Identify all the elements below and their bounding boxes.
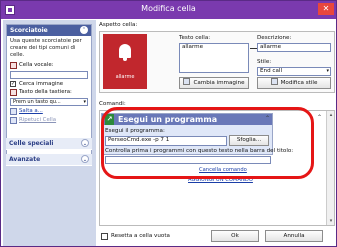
window-title: Modifica cella <box>141 4 196 13</box>
search-image-checkbox[interactable]: ✓ Cerca immagine <box>7 80 91 88</box>
special-cells-section[interactable]: Celle speciali ⌄ <box>6 138 92 150</box>
appearance-label: Aspetto cella: <box>99 22 138 28</box>
jump-label: Salta a... <box>19 108 43 114</box>
change-image-label: Cambia immagine <box>193 80 245 86</box>
cell-text-label: Testo cella: <box>179 35 211 41</box>
ok-button[interactable]: Ok <box>211 230 259 242</box>
voice-cell-icon <box>10 62 17 69</box>
advanced-title: Avanzate <box>9 156 41 163</box>
special-cells-title: Celle speciali <box>9 140 54 147</box>
dropdown-arrow-icon[interactable]: ▾ <box>326 68 329 75</box>
chevron-down-icon[interactable]: ⌄ <box>81 155 89 163</box>
chevron-up-icon[interactable]: ⌃ <box>317 114 322 121</box>
left-panel: Scorciatoie ⌃ Usa queste scorciatoie per… <box>3 20 96 246</box>
reset-empty-checkbox[interactable] <box>101 233 108 240</box>
dropdown-arrow-icon[interactable]: ▾ <box>83 99 86 106</box>
special-cells-header[interactable]: Celle speciali ⌄ <box>6 138 92 149</box>
edit-style-label: Modifica stile <box>280 80 318 86</box>
advanced-section[interactable]: Avanzate ⌄ <box>6 154 92 166</box>
jump-link[interactable]: Salta a... <box>7 107 91 116</box>
title-bar: Modifica cella ✕ <box>1 1 336 19</box>
description-label: Descrizione: <box>257 35 292 41</box>
reset-empty-label: Resetta a cella vuota <box>111 233 170 239</box>
image-icon <box>183 78 191 85</box>
repeat-cell-link[interactable]: Ripetuci Cella <box>7 116 91 125</box>
bell-icon <box>119 44 131 61</box>
chevron-down-icon[interactable]: ⌄ <box>81 139 89 147</box>
shortcuts-description: Usa queste scorciatoie per creare dei ti… <box>10 38 82 58</box>
keyboard-key-row: Tasto della tastiera: <box>7 88 91 97</box>
style-select-value: End call <box>260 68 283 74</box>
repeat-cell-label: Ripetuci Cella <box>19 117 57 123</box>
edit-style-button[interactable]: Modifica stile <box>257 77 331 89</box>
keyboard-key-label: Tasto della tastiera: <box>19 89 72 95</box>
keyboard-key-select[interactable]: Prem un tasto qu... ▾ <box>10 98 88 106</box>
shortcuts-header[interactable]: Scorciatoie ⌃ <box>7 25 91 36</box>
style-label: Stile: <box>257 59 272 65</box>
modifica-cella-window: Modifica cella ✕ Scorciatoie ⌃ Usa quest… <box>0 0 337 247</box>
highlight-ring <box>101 107 314 179</box>
chevron-up-icon[interactable]: ⌃ <box>80 26 88 34</box>
shortcuts-title: Scorciatoie <box>10 27 48 34</box>
commands-scrollbar[interactable]: ▴ ▾ <box>326 111 334 225</box>
keyboard-key-icon <box>10 89 17 96</box>
voice-cell-label: Cella vocale: <box>19 62 54 68</box>
checkbox-checked-icon[interactable]: ✓ <box>10 81 16 87</box>
jump-icon <box>10 108 17 115</box>
voice-cell-row: Cella vocale: <box>7 61 91 70</box>
repeat-icon <box>10 117 17 124</box>
cell-text-input[interactable]: allarme <box>179 43 249 73</box>
change-image-button[interactable]: Cambia immagine <box>179 77 249 89</box>
link-arrow-icon <box>250 48 257 49</box>
close-button[interactable]: ✕ <box>318 3 334 15</box>
advanced-header[interactable]: Avanzate ⌄ <box>6 154 92 165</box>
voice-cell-input[interactable] <box>10 71 88 79</box>
search-image-label: Cerca immagine <box>19 81 64 87</box>
scroll-up-icon[interactable]: ▴ <box>327 111 335 119</box>
cell-preview: allarme <box>103 34 147 89</box>
scroll-down-icon[interactable]: ▾ <box>327 217 335 225</box>
style-icon <box>270 78 278 85</box>
cancel-button[interactable]: Annulla <box>265 230 323 242</box>
description-input[interactable]: allarme <box>257 43 331 52</box>
keyboard-key-select-value: Prem un tasto qu... <box>13 99 61 105</box>
preview-caption: allarme <box>115 74 135 80</box>
style-select[interactable]: End call ▾ <box>257 67 331 76</box>
